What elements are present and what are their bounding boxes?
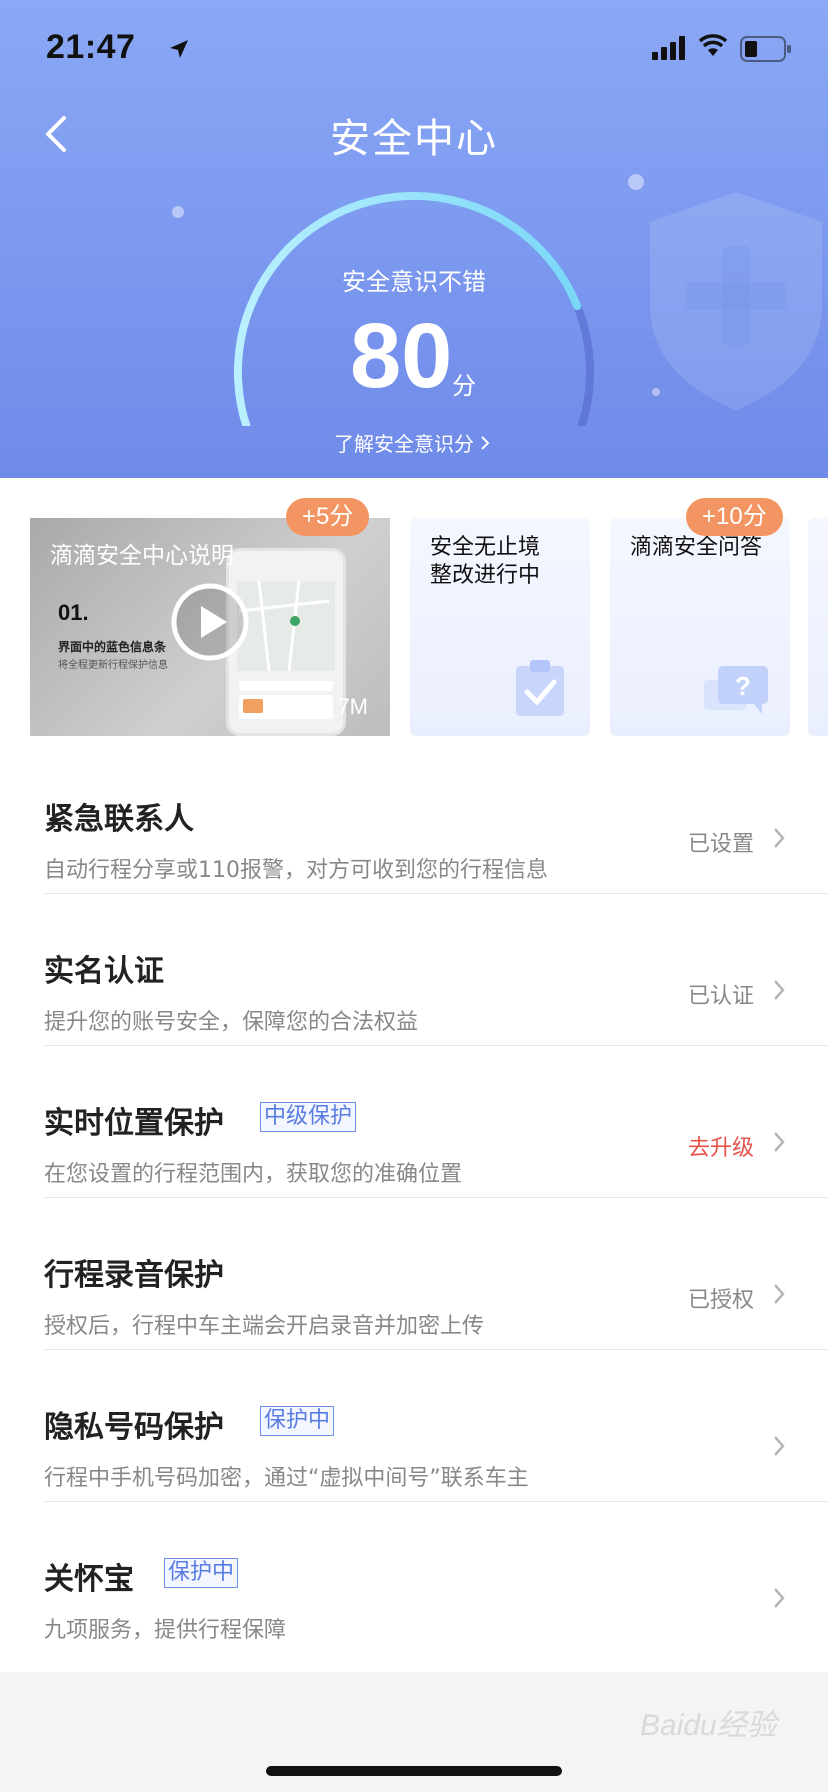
learn-score-link[interactable]: 了解安全意识分	[334, 428, 490, 457]
rectification-card[interactable]: 安全无止境 整改进行中	[410, 518, 590, 736]
watermark-logo: Baidu经验	[640, 1709, 777, 1742]
status-time: 21:47	[46, 28, 136, 66]
clipboard-check-icon	[516, 660, 564, 716]
home-indicator[interactable]	[266, 1766, 562, 1776]
more-card[interactable]	[808, 518, 828, 736]
upgrade-link[interactable]: 去升级	[688, 1130, 754, 1162]
item-title: 行程录音保护	[44, 1258, 224, 1293]
video-title: 滴滴安全中心说明	[50, 543, 234, 569]
list-item-trip-recording[interactable]: 行程录音保护 授权后，行程中车主端会开启录音并加密上传 已授权	[0, 1198, 828, 1350]
card-title-line: 安全无止境	[430, 535, 541, 560]
battery-icon	[740, 36, 791, 62]
item-title: 隐私号码保护	[44, 1410, 224, 1445]
item-description: 提升您的账号安全，保障您的合法权益	[44, 1010, 419, 1035]
chevron-right-icon	[774, 1132, 785, 1152]
points-badge: +5分	[286, 498, 370, 536]
item-title: 实时位置保护	[44, 1106, 224, 1141]
score-unit: 分	[452, 372, 476, 400]
wifi-icon	[698, 34, 728, 56]
chevron-right-icon	[774, 828, 785, 848]
shield-icon	[650, 192, 822, 410]
chevron-right-icon	[774, 1284, 785, 1304]
video-card[interactable]: 滴滴安全中心说明 01. 界面中的蓝色信息条 将全程更新行程保护信息 7M	[30, 518, 390, 736]
chevron-right-icon	[774, 1436, 785, 1456]
score-value: 80	[350, 305, 453, 407]
list-item-real-name-auth[interactable]: 实名认证 提升您的账号安全，保障您的合法权益 已认证	[0, 894, 828, 1046]
score-caption: 安全意识不错	[342, 268, 486, 296]
cellular-signal-icon	[652, 36, 685, 60]
list-item-care-service[interactable]: 关怀宝 保护中 九项服务，提供行程保障	[0, 1502, 828, 1654]
protection-status-tag: 保护中	[164, 1558, 239, 1588]
chevron-right-icon	[774, 980, 785, 1000]
item-description: 授权后，行程中车主端会开启录音并加密上传	[44, 1314, 485, 1339]
protection-status-tag: 保护中	[260, 1406, 335, 1436]
item-title: 紧急联系人	[44, 802, 194, 837]
learn-score-label: 了解安全意识分	[334, 432, 474, 456]
video-subtitle: 界面中的蓝色信息条	[58, 640, 167, 654]
header-banner: 21:47 安全中心 安全意识不错 80 分 了解安全意识分	[0, 0, 828, 478]
protection-level-tag: 中级保护	[260, 1102, 357, 1132]
points-badge: +10分	[686, 498, 783, 536]
page-title: 安全中心	[330, 116, 498, 162]
item-description: 在您设置的行程范围内，获取您的准确位置	[44, 1162, 463, 1187]
video-duration: 7M	[337, 694, 368, 719]
video-step-number: 01.	[58, 600, 89, 625]
chevron-right-icon	[774, 1588, 785, 1608]
chevron-right-icon	[480, 432, 490, 456]
card-title: 安全无止境 整改进行中	[430, 534, 540, 590]
card-title: 滴滴安全问答	[630, 535, 763, 560]
decor-dot	[172, 206, 184, 218]
location-arrow-icon	[170, 40, 188, 58]
item-description: 九项服务，提供行程保障	[44, 1618, 287, 1643]
question-chat-icon: ?	[704, 666, 768, 714]
item-status: 已授权	[687, 1288, 754, 1313]
item-description: 自动行程分享或110报警，对方可收到您的行程信息	[44, 858, 548, 883]
safety-quiz-card[interactable]: 滴滴安全问答 ?	[610, 518, 790, 736]
item-title: 关怀宝	[44, 1562, 134, 1597]
safety-settings-list: 紧急联系人 自动行程分享或110报警，对方可收到您的行程信息 已设置 实名认证 …	[0, 742, 828, 1672]
list-item-location-protection[interactable]: 实时位置保护 中级保护 在您设置的行程范围内，获取您的准确位置 去升级	[0, 1046, 828, 1198]
item-status: 已认证	[687, 984, 754, 1009]
play-icon[interactable]	[170, 582, 250, 662]
list-item-privacy-number[interactable]: 隐私号码保护 保护中 行程中手机号码加密，通过“虚拟中间号”联系车主	[0, 1350, 828, 1502]
svg-text:?: ?	[735, 671, 751, 701]
list-item-emergency-contact[interactable]: 紧急联系人 自动行程分享或110报警，对方可收到您的行程信息 已设置	[0, 742, 828, 894]
item-title: 实名认证	[44, 954, 164, 989]
video-caption: 将全程更新行程保护信息	[58, 660, 168, 671]
status-bar: 21:47	[0, 0, 828, 100]
item-status: 已设置	[687, 832, 754, 857]
card-title-line: 整改进行中	[430, 563, 541, 588]
feature-cards: 滴滴安全中心说明 01. 界面中的蓝色信息条 将全程更新行程保护信息 7M +5…	[0, 478, 828, 742]
item-description: 行程中手机号码加密，通过“虚拟中间号”联系车主	[44, 1466, 529, 1491]
